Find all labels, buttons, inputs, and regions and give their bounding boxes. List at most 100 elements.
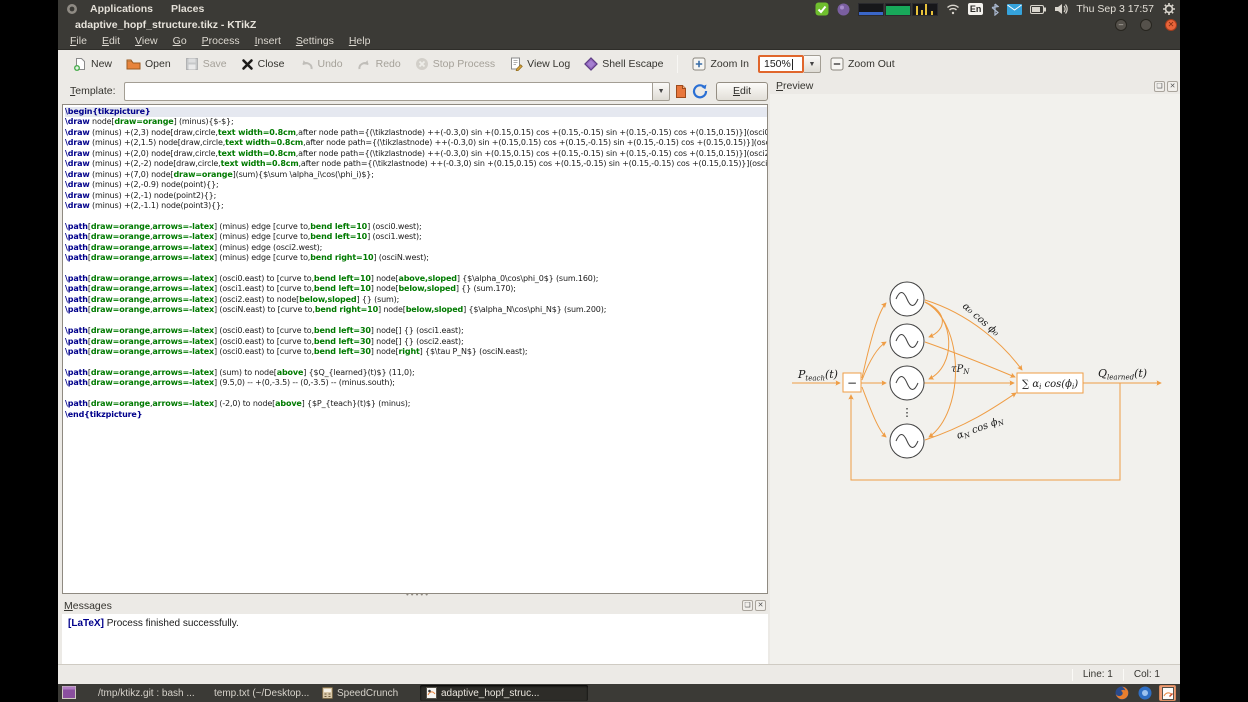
code-line[interactable]: \path[draw=orange,arrows=-latex] (9.5,0)… — [65, 378, 767, 388]
messages-float-button[interactable]: ❏ — [742, 600, 753, 611]
code-line[interactable]: \draw node[draw=orange] (minus){$-$}; — [65, 117, 767, 127]
volume-icon[interactable] — [1054, 2, 1068, 16]
code-line[interactable]: \path[draw=orange,arrows=-latex] (minus)… — [65, 222, 767, 232]
code-line[interactable] — [65, 264, 767, 274]
firefox-icon[interactable] — [1113, 685, 1130, 701]
code-line[interactable]: \path[draw=orange,arrows=-latex] (osci2.… — [65, 295, 767, 305]
code-line[interactable] — [65, 316, 767, 326]
preview-float-button[interactable]: ❏ — [1154, 81, 1165, 92]
code-line[interactable]: \path[draw=orange,arrows=-latex] (-2,0) … — [65, 399, 767, 409]
network-graph — [912, 3, 938, 16]
menu-file[interactable]: File — [70, 35, 87, 47]
zoom-in-button[interactable]: Zoom In — [687, 54, 754, 74]
close-file-button[interactable]: Close — [236, 55, 290, 74]
system-monitor-applet[interactable] — [858, 3, 938, 16]
code-line[interactable]: \path[draw=orange,arrows=-latex] (minus)… — [65, 243, 767, 253]
mail-icon[interactable] — [1007, 2, 1022, 16]
preview-panel[interactable]: − ⋮ ∑ αi cos(ϕi) Pteach(t) Qle — [770, 94, 1180, 664]
messages-dock-header: Messages ❏ ✕ — [62, 598, 768, 613]
show-desktop-icon[interactable] — [62, 686, 76, 699]
code-line[interactable]: \draw (minus) +(2,0) node[draw,circle,te… — [65, 149, 767, 159]
code-line[interactable] — [65, 358, 767, 368]
code-line[interactable]: \draw (minus) +(2,-2) node[draw,circle,t… — [65, 159, 767, 169]
menu-insert[interactable]: Insert — [255, 35, 281, 47]
minimize-button[interactable]: – — [1115, 19, 1127, 31]
applications-menu[interactable]: Applications — [84, 3, 159, 15]
shell-escape-button[interactable]: Shell Escape — [579, 54, 668, 74]
code-line[interactable]: \draw (minus) +(2,-1.1) node(point3){}; — [65, 201, 767, 211]
code-line[interactable]: \draw (minus) +(2,-1) node(point2){}; — [65, 191, 767, 201]
taskbar-item-speedcrunch[interactable]: SpeedCrunch — [316, 685, 416, 701]
template-combobox-arrow[interactable]: ▼ — [653, 82, 670, 101]
code-line[interactable]: \draw (minus) +(2,-0.9) node(point){}; — [65, 180, 767, 190]
code-line[interactable]: \path[draw=orange,arrows=-latex] (sum) t… — [65, 368, 767, 378]
memory-graph — [885, 3, 911, 16]
code-line[interactable] — [65, 389, 767, 399]
code-line[interactable]: \path[draw=orange,arrows=-latex] (osci0.… — [65, 347, 767, 357]
code-line[interactable]: \path[draw=orange,arrows=-latex] (minus)… — [65, 253, 767, 263]
text-caret — [792, 59, 793, 70]
undo-button[interactable]: Undo — [294, 55, 348, 74]
menu-process[interactable]: Process — [202, 35, 240, 47]
messages-output: [LaTeX] Process finished successfully. — [62, 614, 768, 664]
code-line[interactable] — [65, 211, 767, 221]
open-button[interactable]: Open — [121, 54, 176, 74]
close-window-button[interactable]: ✕ — [1165, 19, 1177, 31]
redo-button[interactable]: Redo — [352, 55, 406, 74]
maximize-button[interactable] — [1140, 19, 1152, 31]
template-combobox[interactable] — [124, 82, 654, 101]
menu-help[interactable]: Help — [349, 35, 371, 47]
menu-edit[interactable]: Edit — [102, 35, 120, 47]
open-folder-icon — [126, 57, 141, 71]
updates-check-icon[interactable] — [815, 2, 829, 16]
code-line[interactable]: \path[draw=orange,arrows=-latex] (osci0.… — [65, 274, 767, 284]
code-line[interactable]: \path[draw=orange,arrows=-latex] (osci1.… — [65, 284, 767, 294]
code-line[interactable]: \draw (minus) +(2,1.5) node[draw,circle,… — [65, 138, 767, 148]
taskbar-item-terminal[interactable]: /tmp/ktikz.git : bash ... — [88, 685, 200, 701]
clock[interactable]: Thu Sep 3 17:57 — [1076, 3, 1154, 15]
messages-close-button[interactable]: ✕ — [755, 600, 766, 611]
taskbar: /tmp/ktikz.git : bash ... temp.txt (~/De… — [58, 684, 1180, 702]
zoom-out-button[interactable]: Zoom Out — [825, 54, 900, 74]
window-titlebar[interactable]: adaptive_hopf_structure.tikz - KTikZ – ✕ — [58, 18, 1180, 33]
preview-close-button[interactable]: ✕ — [1167, 81, 1178, 92]
reload-template-button[interactable] — [692, 83, 708, 99]
zoom-combobox-arrow[interactable]: ▼ — [804, 55, 821, 73]
taskbar-item-ktikz[interactable]: adaptive_hopf_struc... — [420, 685, 588, 701]
bluetooth-icon[interactable] — [991, 2, 999, 16]
code-line[interactable]: \path[draw=orange,arrows=-latex] (osci0.… — [65, 337, 767, 347]
code-line[interactable]: \path[draw=orange,arrows=-latex] (minus)… — [65, 232, 767, 242]
shell-escape-icon — [584, 57, 598, 71]
code-line[interactable]: \draw (minus) +(2,3) node[draw,circle,te… — [65, 128, 767, 138]
new-button[interactable]: New — [68, 54, 117, 74]
menu-go[interactable]: Go — [173, 35, 187, 47]
save-button[interactable]: Save — [180, 54, 232, 74]
blue-orb-icon[interactable] — [1136, 685, 1153, 701]
taskbar-item-temp-txt[interactable]: temp.txt (~/Desktop... — [204, 685, 312, 701]
battery-icon[interactable] — [1030, 2, 1046, 16]
code-lines: \begin{tikzpicture}\draw node[draw=orang… — [63, 105, 767, 420]
code-line[interactable]: \path[draw=orange,arrows=-latex] (osci0.… — [65, 326, 767, 336]
places-menu[interactable]: Places — [165, 3, 210, 15]
template-edit-button[interactable]: Edit — [716, 82, 768, 101]
code-editor[interactable]: \begin{tikzpicture}\draw node[draw=orang… — [62, 104, 768, 594]
code-line[interactable]: \path[draw=orange,arrows=-latex] (osciN.… — [65, 305, 767, 315]
wifi-icon[interactable] — [946, 2, 960, 16]
stop-process-button[interactable]: Stop Process — [410, 54, 500, 74]
view-log-button[interactable]: View Log — [504, 54, 575, 74]
purple-orb-icon[interactable] — [837, 2, 850, 16]
zoom-out-icon — [830, 57, 844, 71]
sum-label: ∑ αi cos(ϕi) — [1022, 379, 1078, 391]
code-line[interactable]: \draw (minus) +(7,0) node[draw=orange](s… — [65, 170, 767, 180]
preview-title: Preview — [776, 80, 813, 92]
active-ktikz-launcher-icon[interactable] — [1159, 685, 1176, 701]
menu-view[interactable]: View — [135, 35, 158, 47]
keyboard-layout-indicator[interactable]: En — [968, 3, 984, 15]
new-template-button[interactable] — [674, 84, 688, 99]
menu-settings[interactable]: Settings — [296, 35, 334, 47]
latex-tag: [LaTeX] — [68, 618, 104, 629]
code-line[interactable]: \begin{tikzpicture} — [65, 107, 767, 117]
code-line[interactable]: \end{tikzpicture} — [65, 410, 767, 420]
session-gear-icon[interactable] — [1162, 2, 1176, 16]
zoom-level-combobox[interactable]: 150% ▼ — [758, 55, 821, 73]
